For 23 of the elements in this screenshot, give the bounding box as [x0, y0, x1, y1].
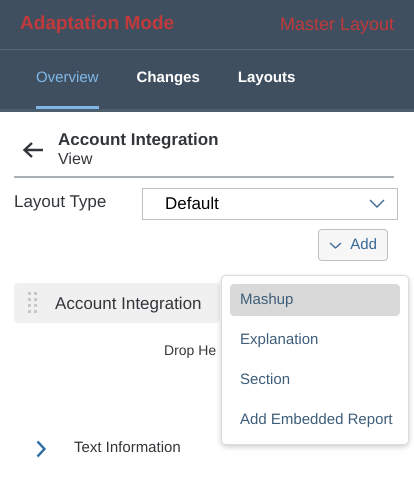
- tab[interactable]: Changes: [136, 50, 200, 109]
- tab[interactable]: Layouts: [238, 50, 296, 109]
- chevron-right-icon: [36, 440, 46, 458]
- section-bar[interactable]: Account Integration: [14, 283, 220, 324]
- menu-item[interactable]: Explanation: [230, 324, 400, 356]
- back-arrow-icon[interactable]: [22, 140, 44, 159]
- section-title: Account Integration: [55, 292, 202, 315]
- tab[interactable]: Overview: [36, 50, 99, 109]
- app-title: Adaptation Mode: [20, 12, 174, 36]
- chevron-down-icon: [369, 199, 385, 208]
- drop-hint: Drop He: [164, 341, 216, 360]
- drag-handle-icon[interactable]: [28, 292, 38, 314]
- expand-group-item[interactable]: Text Information: [36, 437, 181, 460]
- menu-item[interactable]: Add Embedded Report: [230, 404, 400, 436]
- layout-name: Master Layout: [280, 13, 394, 36]
- menu-item[interactable]: Mashup: [230, 284, 400, 316]
- page-title: Account Integration: [58, 131, 219, 150]
- menu-item[interactable]: Section: [230, 364, 400, 396]
- layout-type-select[interactable]: Default: [142, 188, 398, 220]
- page-subtitle: View: [58, 150, 94, 169]
- chevron-down-icon: [329, 242, 342, 249]
- field-label: Layout Type: [14, 191, 108, 214]
- add-button[interactable]: Add: [318, 228, 388, 262]
